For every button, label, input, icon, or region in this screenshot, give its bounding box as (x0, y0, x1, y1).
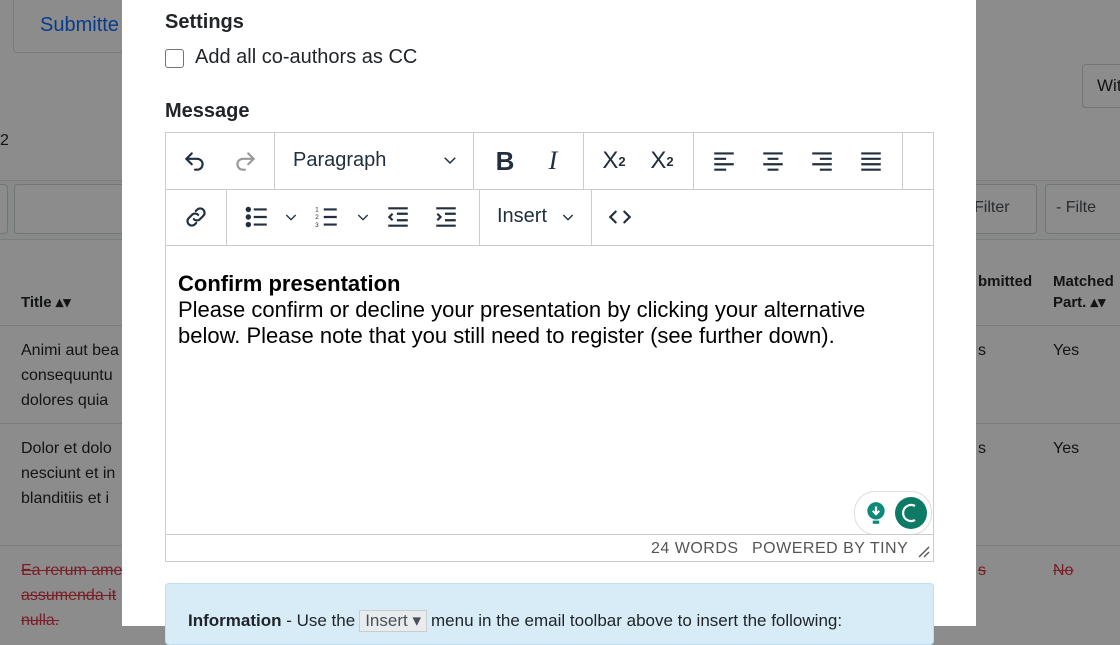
svg-text:1: 1 (315, 207, 319, 214)
block-format-dropdown[interactable]: Paragraph (275, 133, 474, 189)
cc-coauthors-checkbox[interactable] (165, 49, 184, 68)
chevron-down-icon (444, 157, 456, 165)
grammar-assistant-widget[interactable] (854, 491, 932, 535)
cc-coauthors-label[interactable]: Add all co-authors as CC (195, 46, 417, 69)
word-count[interactable]: 24 WORDS (651, 540, 739, 558)
bold-icon[interactable]: B (487, 143, 523, 179)
chevron-down-icon (562, 214, 574, 221)
svg-text:2: 2 (315, 214, 319, 221)
editor-statusbar: 24 WORDS POWERED BY TINY (166, 534, 933, 562)
outdent-icon[interactable] (380, 199, 416, 235)
numbered-list-icon[interactable]: 123 (309, 199, 345, 235)
content-line: Please confirm or decline your presentat… (178, 297, 866, 322)
grammarly-icon[interactable] (895, 497, 927, 529)
italic-icon[interactable]: I (535, 143, 571, 179)
rich-text-editor: Paragraph B I X2 X2 1 2 3 Insert Confirm… (165, 132, 934, 562)
email-modal: Settings Add all co-authors as CC Messag… (122, 0, 976, 645)
undo-icon[interactable] (177, 143, 213, 179)
content-line: below. Please note that you still need t… (178, 323, 835, 348)
align-left-icon[interactable] (706, 143, 742, 179)
settings-heading: Settings (165, 11, 244, 33)
toolbar-row-1: Paragraph B I X2 X2 (166, 133, 933, 190)
bullet-list-icon[interactable] (239, 199, 275, 235)
lightbulb-icon[interactable] (863, 500, 889, 526)
align-right-icon[interactable] (804, 143, 840, 179)
justify-icon[interactable] (853, 143, 889, 179)
superscript-icon[interactable]: X2 (644, 143, 680, 179)
insert-menu-hint: Insert ▾ (359, 610, 427, 632)
info-alert: Information - Use the Insert ▾ menu in the… (165, 583, 934, 645)
svg-text:3: 3 (315, 222, 319, 229)
subscript-icon[interactable]: X2 (596, 143, 632, 179)
indent-icon[interactable] (428, 199, 464, 235)
chevron-down-icon[interactable] (355, 209, 371, 225)
toolbar-row-2: 123 Insert (166, 189, 933, 246)
insert-menu-button[interactable]: Insert (480, 189, 592, 245)
editor-content[interactable]: Confirm presentation Please confirm or d… (178, 271, 918, 349)
message-heading: Message (165, 100, 250, 122)
link-icon[interactable] (178, 199, 214, 235)
resize-handle-icon[interactable] (917, 545, 931, 559)
content-title: Confirm presentation (178, 271, 401, 296)
source-code-icon[interactable] (602, 199, 638, 235)
chevron-down-icon[interactable] (283, 209, 299, 225)
align-center-icon[interactable] (755, 143, 791, 179)
powered-by-tiny-link[interactable]: POWERED BY TINY (752, 540, 908, 558)
redo-icon[interactable] (227, 143, 263, 179)
